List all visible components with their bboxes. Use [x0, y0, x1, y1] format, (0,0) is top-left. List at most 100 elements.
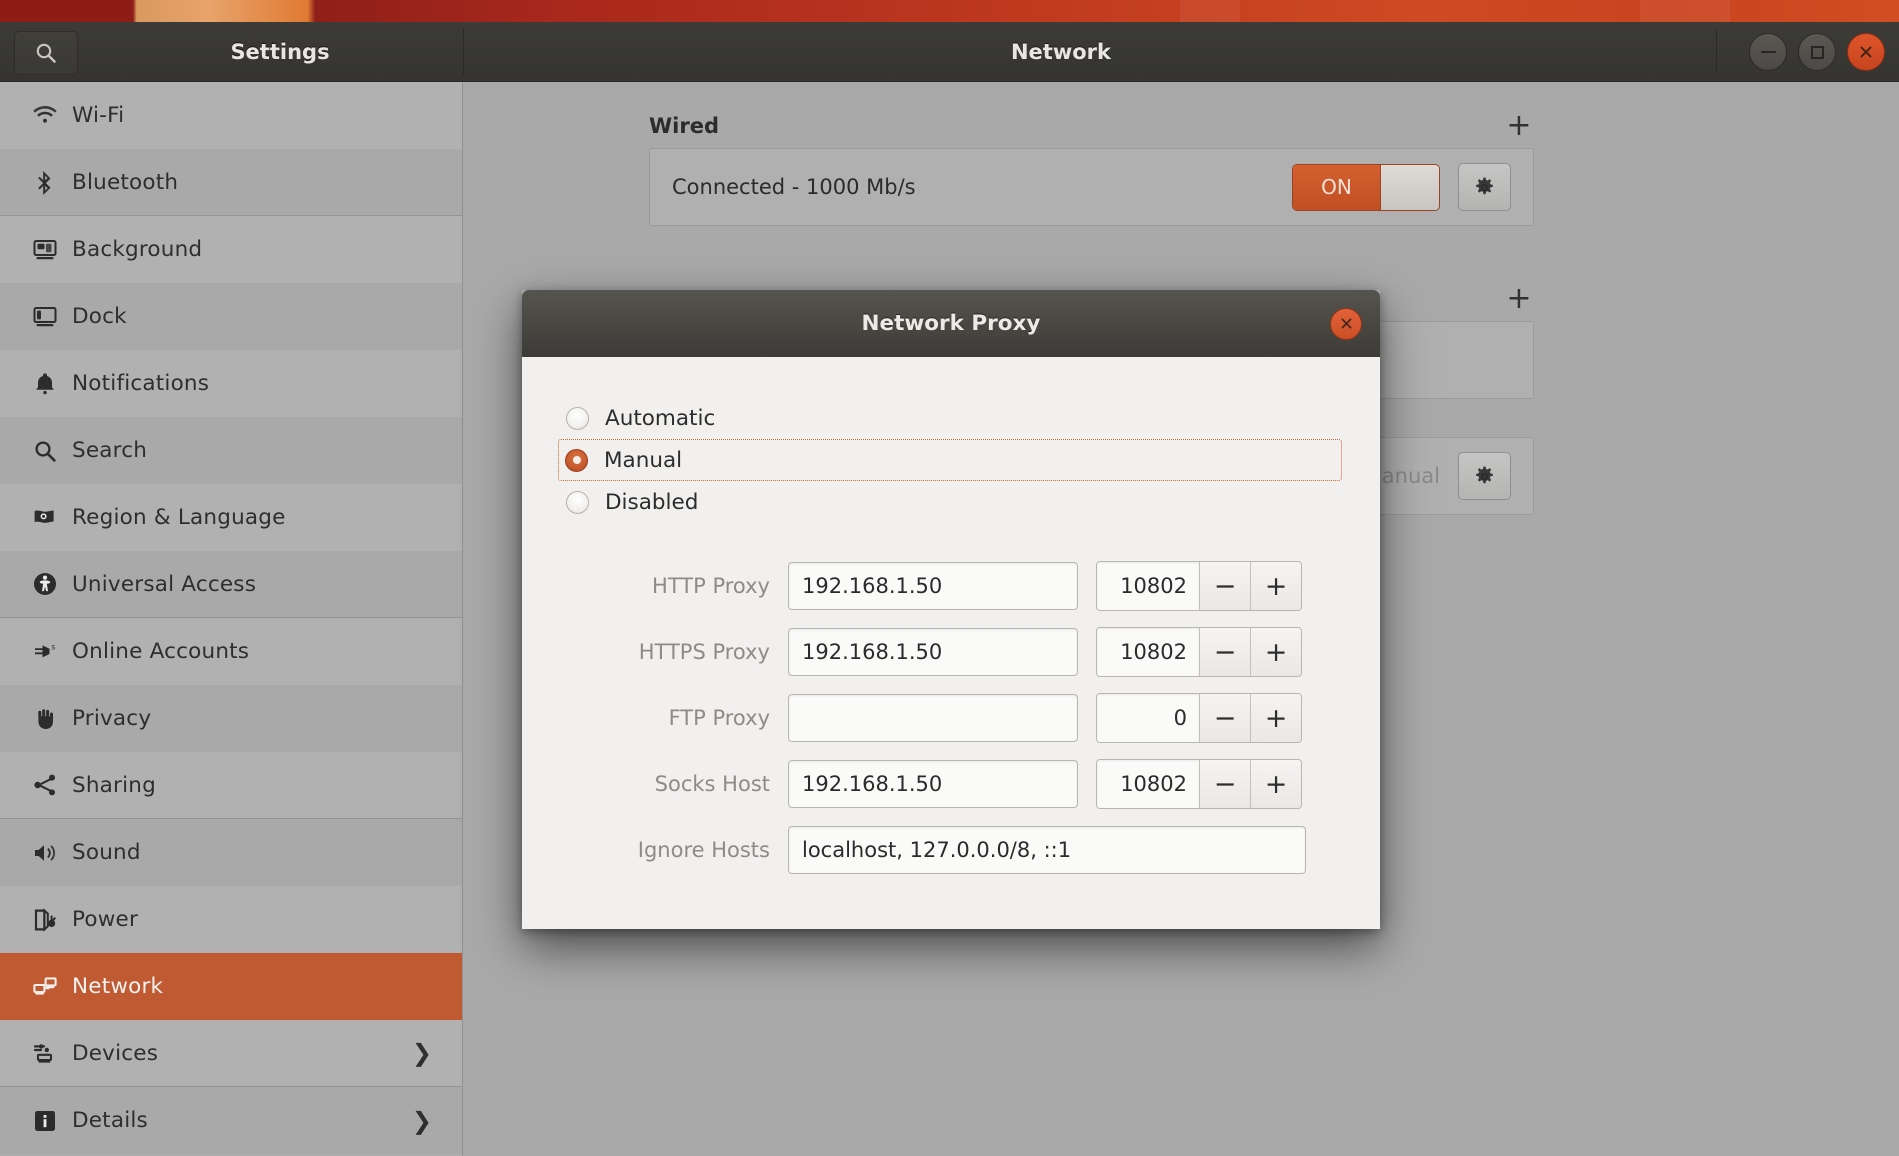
svg-text:s: s	[51, 642, 55, 651]
sidebar-item-region-language[interactable]: Region & Language	[0, 484, 462, 551]
maximize-icon	[1810, 45, 1824, 59]
radio-button[interactable]	[566, 490, 589, 514]
radio-button-checked[interactable]	[565, 448, 588, 472]
maximize-button[interactable]	[1798, 33, 1836, 71]
search-icon	[35, 440, 56, 462]
search-icon	[36, 43, 56, 63]
https-proxy-row: HTTPS Proxy 192.168.1.50 10802− +	[560, 619, 1342, 685]
dialog-titlebar: Network Proxy	[522, 290, 1380, 357]
proxy-method-option-automatic[interactable]: Automatic	[560, 397, 1342, 439]
field-0-port-spinner[interactable]: 10802− +	[1096, 561, 1302, 611]
dialog-title: Network Proxy	[861, 311, 1041, 336]
dock-icon	[33, 306, 57, 326]
sidebar-item-privacy[interactable]: Privacy	[0, 685, 462, 752]
socks-host-host-input[interactable]: 192.168.1.50	[788, 760, 1078, 808]
http-proxy-host-input[interactable]: 192.168.1.50	[788, 562, 1078, 610]
field-3-port-increment-button[interactable]: +	[1250, 760, 1301, 808]
speaker-icon	[18, 840, 72, 866]
proxy-method-option-disabled[interactable]: Disabled	[560, 481, 1342, 523]
sidebar-item-online-accounts[interactable]: s Online Accounts	[0, 618, 462, 685]
wired-settings-button[interactable]	[1458, 163, 1511, 211]
sidebar-item-dock[interactable]: Dock	[0, 283, 462, 350]
sidebar-item-label: Wi-Fi	[72, 103, 125, 128]
bluetooth-icon	[18, 169, 72, 195]
proxy-method-radio-group[interactable]: Automatic Manual Disabled	[558, 397, 1342, 523]
field-3-port-decrement-button[interactable]: −	[1199, 760, 1250, 808]
sidebar-item-label: Power	[72, 907, 139, 932]
dialog-body: Automatic Manual Disabled HTTP Proxy 192.16…	[522, 357, 1380, 929]
sidebar-item-wi-fi[interactable]: Wi-Fi	[0, 82, 462, 149]
dialog-close-button[interactable]	[1330, 307, 1362, 340]
sidebar-item-background[interactable]: Background	[0, 216, 462, 283]
radio-button[interactable]	[566, 406, 589, 430]
speaker-icon	[35, 844, 56, 861]
info-icon	[35, 1110, 55, 1131]
field-2-port-spinner[interactable]: 0− +	[1096, 693, 1302, 743]
sidebar-item-details[interactable]: Details ❯	[0, 1087, 462, 1154]
sidebar-item-label: Dock	[72, 304, 127, 329]
minimize-icon	[1760, 51, 1776, 53]
wired-section: Wired + Connected - 1000 Mb/s ON	[649, 104, 1534, 226]
network-proxy-dialog: Network Proxy Automatic Manual Disabled HT…	[522, 290, 1380, 929]
field-2-port-increment-button[interactable]: +	[1250, 694, 1301, 742]
close-icon	[1860, 46, 1872, 58]
add-secondary-button[interactable]: +	[1504, 284, 1534, 314]
wired-toggle-knob	[1380, 164, 1439, 210]
add-wired-button[interactable]: +	[1504, 111, 1534, 141]
field-1-port-spinner[interactable]: 10802− +	[1096, 627, 1302, 677]
network-icon	[18, 974, 72, 1000]
http-proxy-row: HTTP Proxy 192.168.1.50 10802− +	[560, 553, 1342, 619]
sidebar-item-sound[interactable]: Sound	[0, 819, 462, 886]
ftp-proxy-host-input[interactable]	[788, 694, 1078, 742]
wifi-icon	[33, 105, 57, 123]
https-proxy-host-input[interactable]: 192.168.1.50	[788, 628, 1078, 676]
radio-label: Manual	[604, 447, 683, 473]
sidebar-item-label: Details	[72, 1108, 148, 1133]
field-1-port-input[interactable]: 10802	[1097, 628, 1199, 676]
field-2-port-input[interactable]: 0	[1097, 694, 1199, 742]
window-controls-separator	[1716, 30, 1717, 74]
sidebar-item-network[interactable]: Network	[0, 953, 462, 1020]
chevron-right-icon: ❯	[411, 1039, 432, 1067]
sidebar-item-label: Region & Language	[72, 505, 286, 530]
ignore-hosts-label: Ignore Hosts	[637, 838, 770, 862]
dock-icon	[18, 304, 72, 330]
devices-icon	[18, 1040, 72, 1066]
sidebar-item-bluetooth[interactable]: Bluetooth	[0, 149, 462, 216]
sidebar-item-label: Universal Access	[72, 571, 257, 597]
field-1-port-increment-button[interactable]: +	[1250, 628, 1301, 676]
field-0-port-input[interactable]: 10802	[1097, 562, 1199, 610]
field-0-port-increment-button[interactable]: +	[1250, 562, 1301, 610]
ftp-proxy-row: FTP Proxy 0− +	[560, 685, 1342, 751]
ignore-hosts-input[interactable]: localhost, 127.0.0.0/8, ::1	[788, 826, 1306, 874]
wired-toggle[interactable]: ON	[1292, 163, 1440, 211]
sidebar-item-search[interactable]: Search	[0, 417, 462, 484]
sidebar-item-power[interactable]: Power	[0, 886, 462, 953]
sidebar-item-label: Privacy	[72, 706, 152, 731]
settings-window: Settings Network Wi-Fi Bluetooth Backgroun…	[0, 22, 1899, 1156]
hand-icon	[38, 708, 53, 729]
search-button[interactable]	[14, 31, 78, 75]
close-button[interactable]	[1847, 33, 1885, 71]
ignore-hosts-row: Ignore Hosts localhost, 127.0.0.0/8, ::1	[560, 817, 1342, 883]
sidebar-item-label: Notifications	[72, 371, 210, 396]
sidebar-item-sharing[interactable]: Sharing	[0, 752, 462, 819]
wired-connection-row[interactable]: Connected - 1000 Mb/s ON	[649, 148, 1534, 226]
field-1-port-decrement-button[interactable]: −	[1199, 628, 1250, 676]
sidebar[interactable]: Wi-Fi Bluetooth Background Dock Notification…	[0, 82, 463, 1156]
wallpaper-highlight-b	[1640, 0, 1730, 22]
field-2-port-decrement-button[interactable]: −	[1199, 694, 1250, 742]
sidebar-item-universal-access[interactable]: Universal Access	[0, 551, 462, 618]
minimize-button[interactable]	[1749, 33, 1787, 71]
sidebar-item-label: Bluetooth	[72, 169, 179, 195]
field-3-port-spinner[interactable]: 10802− +	[1096, 759, 1302, 809]
field-0-port-decrement-button[interactable]: −	[1199, 562, 1250, 610]
background-icon	[18, 237, 72, 263]
proxy-settings-button[interactable]	[1458, 452, 1511, 500]
sidebar-item-devices[interactable]: Devices ❯	[0, 1020, 462, 1087]
header-bar: Settings Network	[0, 22, 1899, 82]
field-3-port-input[interactable]: 10802	[1097, 760, 1199, 808]
proxy-method-option-manual[interactable]: Manual	[558, 439, 1342, 481]
sidebar-item-notifications[interactable]: Notifications	[0, 350, 462, 417]
socks-host-row: Socks Host 192.168.1.50 10802− +	[560, 751, 1342, 817]
